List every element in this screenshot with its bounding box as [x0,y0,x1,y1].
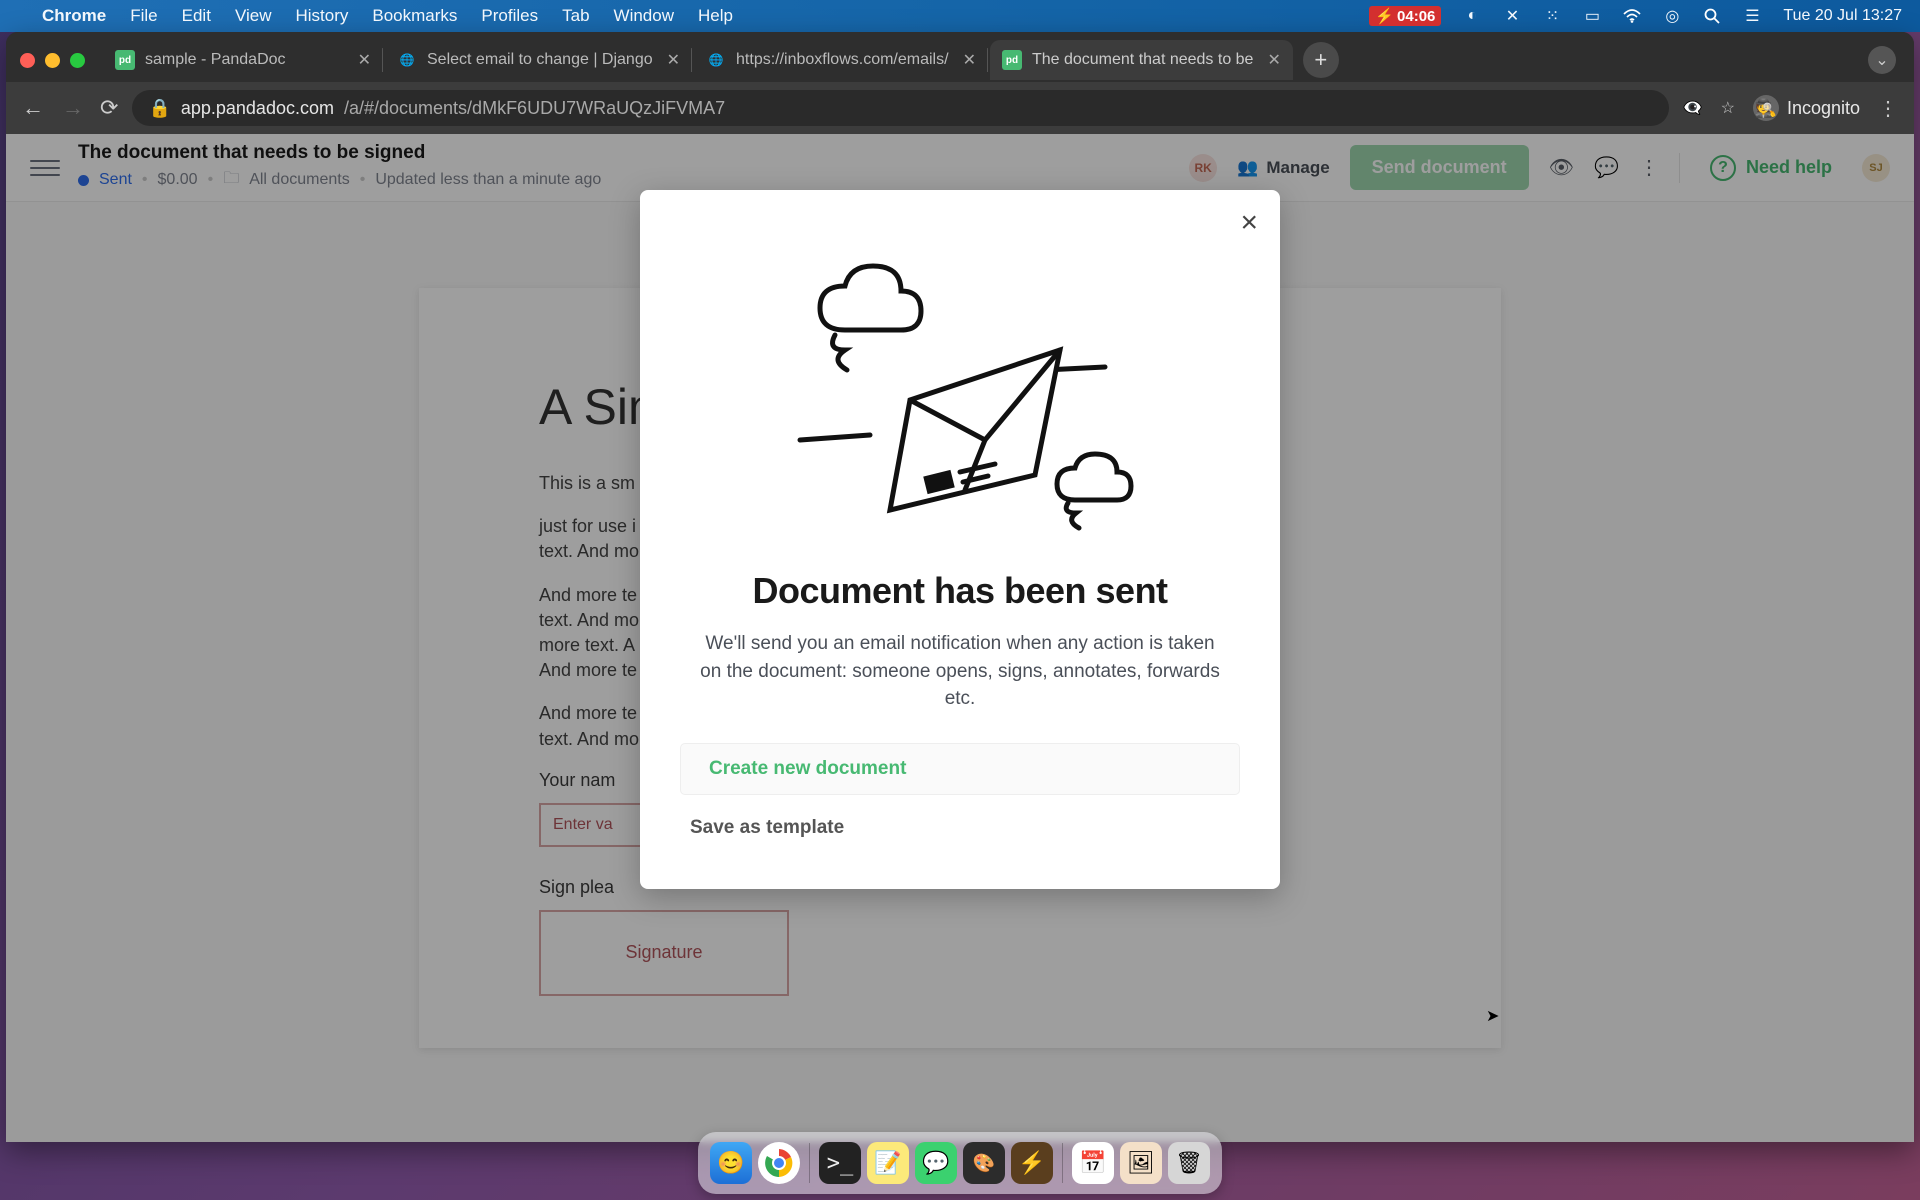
bookmark-star-icon[interactable]: ☆ [1721,98,1735,118]
dock-preview-icon[interactable]: 🖼 [1120,1142,1162,1184]
menubar-datetime[interactable]: Tue 20 Jul 13:27 [1783,7,1902,25]
dock-finder-icon[interactable]: 😊 [710,1142,752,1184]
incognito-icon: 🕵 [1753,95,1779,121]
menubar-app-name[interactable]: Chrome [42,6,106,26]
tab-title: sample - PandaDoc [145,51,344,69]
forward-button[interactable]: → [60,95,86,121]
tab-title: Select email to change | Django [427,51,653,69]
menu-profiles[interactable]: Profiles [481,6,538,26]
incognito-indicator[interactable]: 🕵 Incognito [1753,95,1860,121]
window-minimize-button[interactable] [45,53,60,68]
menu-bookmarks[interactable]: Bookmarks [372,6,457,26]
battery-indicator[interactable]: ⚡04:06 [1369,6,1441,26]
favicon-pandadoc-icon: pd [1002,50,1022,70]
macos-menubar: Chrome File Edit View History Bookmarks … [0,0,1920,32]
save-as-template-button[interactable]: Save as template [680,807,1240,849]
macos-dock: 😊 >_ 📝 💬 🎨 ⚡ 📅 🖼 🗑 [698,1132,1222,1194]
modal-description: We'll send you an email notification whe… [680,630,1240,713]
wifi-icon[interactable] [1623,7,1641,25]
url-host: app.pandadoc.com [181,98,334,119]
tab-strip-right: ⌄ [1868,46,1896,74]
focus-icon[interactable]: ◎ [1663,7,1681,25]
tab-overflow-icon[interactable]: ⌄ [1868,46,1896,74]
window-maximize-button[interactable] [70,53,85,68]
dock-app-icon[interactable]: ⚡ [1011,1142,1053,1184]
tool-icon[interactable]: ✕ [1503,7,1521,25]
tab-close-icon[interactable]: ✕ [667,50,680,70]
tab-close-icon[interactable]: ✕ [358,50,371,70]
favicon-globe-icon: 🌐 [706,50,726,70]
browser-tab-3[interactable]: pd The document that needs to be ✕ [990,40,1293,80]
reload-button[interactable]: ⟳ [100,95,118,121]
chrome-address-bar: ← → ⟳ 🔒 app.pandadoc.com/a/#/documents/d… [6,82,1914,134]
dock-separator [1062,1143,1063,1183]
menu-history[interactable]: History [295,6,348,26]
window-traffic-lights [20,53,85,68]
document-sent-modal: × [640,190,1280,889]
create-new-document-button[interactable]: Create new document [680,743,1240,795]
favicon-pandadoc-icon: pd [115,50,135,70]
incognito-label: Incognito [1787,98,1860,119]
battery-time: 04:06 [1397,8,1435,25]
spotlight-icon[interactable] [1703,7,1721,25]
menu-file[interactable]: File [130,6,157,26]
url-field[interactable]: 🔒 app.pandadoc.com/a/#/documents/dMkF6UD… [132,90,1668,126]
dock-calendar-icon[interactable]: 📅 [1072,1142,1114,1184]
menu-window[interactable]: Window [614,6,674,26]
cursor-icon: ➤ [1486,1006,1499,1026]
lock-icon: 🔒 [148,98,170,119]
dock-trash-icon[interactable]: 🗑 [1168,1142,1210,1184]
dock-figma-icon[interactable]: 🎨 [963,1142,1005,1184]
chrome-tab-strip: pd sample - PandaDoc ✕ 🌐 Select email to… [6,32,1914,82]
url-path: /a/#/documents/dMkF6UDU7WRaUQzJiFVMA7 [344,98,725,119]
window-close-button[interactable] [20,53,35,68]
favicon-globe-icon: 🌐 [397,50,417,70]
dock-notes-icon[interactable]: 📝 [867,1142,909,1184]
modal-title: Document has been sent [680,570,1240,612]
menubar-right: ⚡04:06 ◐ ✕ ⁙ ▭ ◎ ☰ Tue 20 Jul 13:27 [1369,6,1902,26]
tab-title: https://inboxflows.com/emails/ [736,51,949,69]
dock-separator [809,1143,810,1183]
menu-tab[interactable]: Tab [562,6,589,26]
menu-help[interactable]: Help [698,6,733,26]
tab-close-icon[interactable]: ✕ [963,50,976,70]
new-tab-button[interactable]: + [1303,42,1339,78]
eye-off-icon[interactable]: 👁‍🗨 [1683,98,1703,118]
chrome-menu-button[interactable]: ⋮ [1878,96,1900,121]
browser-tab-0[interactable]: pd sample - PandaDoc ✕ [103,40,383,80]
chrome-window: pd sample - PandaDoc ✕ 🌐 Select email to… [6,32,1914,1142]
menu-edit[interactable]: Edit [182,6,211,26]
tab-title: The document that needs to be [1032,51,1253,69]
tab-close-icon[interactable]: ✕ [1267,50,1280,70]
envelope-illustration [680,240,1240,540]
modal-overlay[interactable]: × [6,134,1914,1142]
menubar-menu-items: File Edit View History Bookmarks Profile… [130,6,733,26]
app-viewport: The document that needs to be signed Sen… [6,134,1914,1142]
address-bar-right: 👁‍🗨 ☆ 🕵 Incognito ⋮ [1683,95,1900,121]
dock-whatsapp-icon[interactable]: 💬 [915,1142,957,1184]
dock-terminal-icon[interactable]: >_ [819,1142,861,1184]
charging-icon[interactable]: ▭ [1583,7,1601,25]
control-center-icon[interactable]: ☰ [1743,7,1761,25]
quick-action-icon[interactable]: ◐ [1463,7,1481,25]
back-button[interactable]: ← [20,95,46,121]
menu-view[interactable]: View [235,6,272,26]
modal-close-button[interactable]: × [1240,208,1258,238]
display-icon[interactable]: ⁙ [1543,7,1561,25]
browser-tab-2[interactable]: 🌐 https://inboxflows.com/emails/ ✕ [694,40,988,80]
browser-tab-1[interactable]: 🌐 Select email to change | Django ✕ [385,40,692,80]
dock-chrome-icon[interactable] [758,1142,800,1184]
